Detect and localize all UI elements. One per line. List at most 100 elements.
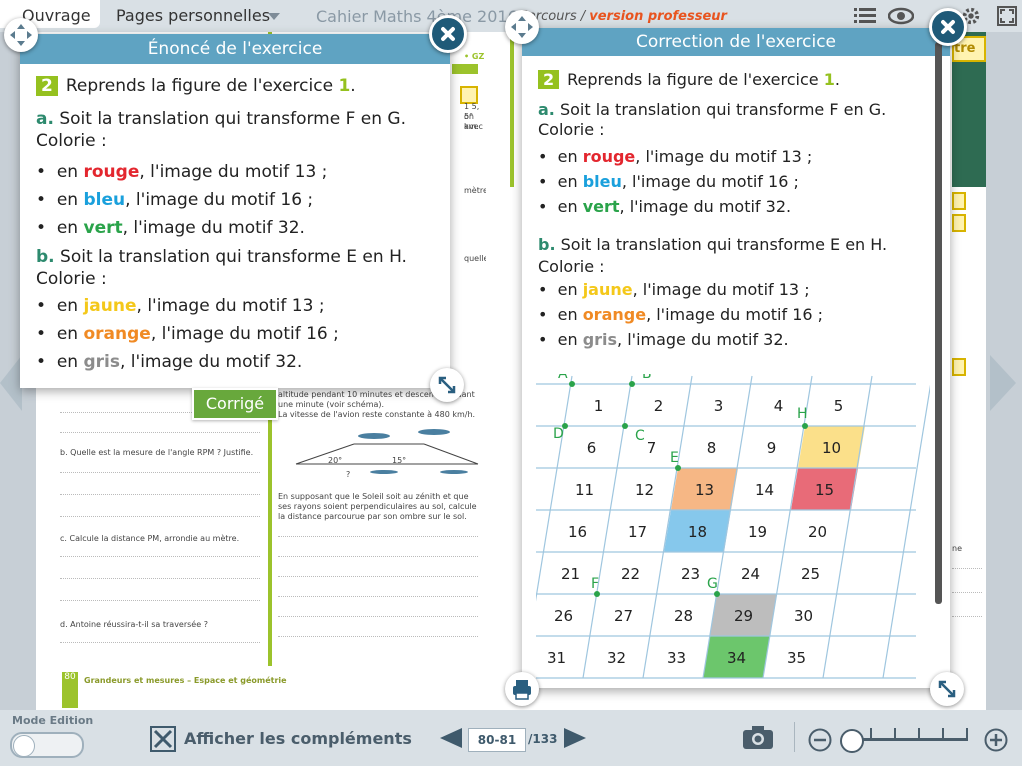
grid-col-line [822,375,873,679]
camera-icon[interactable] [742,724,774,750]
frag-ne: ne [952,544,962,553]
grid-number: 20 [808,523,827,541]
close-enonce-button[interactable] [429,15,467,53]
point-label-B: B [642,374,652,382]
move-correction-button[interactable] [505,10,539,44]
correction-part-a: a. Soit la translation qui transforme F … [538,100,887,139]
resize-enonce-button[interactable] [430,368,464,402]
page-number-input[interactable]: 80-81 [468,728,526,752]
list-item: • en jaune, l'image du motif 13 ; [36,296,325,316]
grid-number: 27 [614,607,633,625]
afficher-complements-checkbox[interactable] [150,726,176,752]
list-item: • en rouge, l'image du motif 13 ; [538,147,813,166]
list-item: • en jaune, l'image du motif 13 ; [538,280,810,299]
angle-label-2: 15° [392,456,407,465]
enonce-a-list: • en rouge, l'image du motif 13 ; • en b… [36,158,327,242]
point-label-H: H [797,406,808,422]
zoom-in-icon[interactable] [984,728,1008,752]
point-label-E: E [670,450,679,466]
list-item: • en orange, l'image du motif 16 ; [538,305,824,324]
grid-number: 10 [822,439,841,457]
grid-number: 16 [568,523,587,541]
grid-number: 12 [635,481,654,499]
page-footer: Grandeurs et mesures – Espace et géométr… [84,676,287,685]
list-item: • en gris, l'image du motif 32. [538,330,789,349]
correction-a-list: • en rouge, l'image du motif 13 ; • en b… [538,144,812,219]
shadow-exercise-text: En supposant que le Soleil soit au zénit… [278,492,477,521]
correction-title: Correction de l'exercice [522,28,950,56]
point-A [569,381,575,387]
zoom-slider-track[interactable] [850,738,968,741]
page-number: 80 [62,672,78,708]
zoom-out-icon[interactable] [808,728,832,752]
grid-col-line [536,375,573,602]
frag-5: quelle [464,254,489,263]
zoom-slider-handle[interactable] [840,729,864,753]
eye-icon[interactable] [888,6,914,26]
corrige-button[interactable]: Corrigé [192,388,278,420]
list-icon[interactable] [854,6,876,26]
point-label-F: F [591,576,599,592]
list-item: • en gris, l'image du motif 32. [36,352,303,372]
correction-scrollbar[interactable] [935,42,942,604]
grid-number: 18 [688,523,707,541]
grid-number: 14 [755,481,774,499]
toggle-knob [13,735,35,757]
enonce-title: Énoncé de l'exercice [20,34,450,64]
grid-number: 34 [727,649,746,667]
point-label-C: C [635,428,645,444]
grid-col-line [882,384,930,679]
correction-intro: 2 Reprends la figure de l'exercice 1. [538,70,840,89]
grid-number: 3 [714,397,724,415]
grid-number: 1 [594,397,604,415]
grid-number: 30 [794,607,813,625]
grid-number: 8 [707,439,717,457]
fullscreen-icon[interactable] [996,6,1018,26]
grid-number: 4 [774,397,784,415]
point-H [802,423,808,429]
tab-pages-personnelles[interactable]: Pages personnelles [116,6,270,25]
move-popup-button[interactable] [4,18,38,52]
grid-number: 26 [554,607,573,625]
frag-3: km. [464,122,479,131]
resize-icon [438,376,456,394]
grid-number: 25 [801,565,820,583]
previous-page-arrow[interactable] [0,355,22,411]
grid-number: 11 [575,481,594,499]
enonce-popup: Énoncé de l'exercice 2 Reprends la figure… [20,34,450,388]
grid-number: 17 [628,523,647,541]
resize-correction-button[interactable] [930,672,964,706]
grid-number: 22 [621,565,640,583]
book-title: Cahier Maths 4ème 2016 [316,7,518,26]
question-c: c. Calcule la distance PM, arrondie au m… [60,534,240,543]
translation-grid-figure: 1 2 3 4 56 7 8 9 1011 12 13 14 1516 17 18 19 2021 22 23 24 2… [536,374,930,679]
previous-page-icon[interactable] [440,728,462,748]
chevron-down-icon[interactable] [268,13,280,21]
grid-number: 28 [674,607,693,625]
point-label-D: D [553,426,564,442]
mode-edition-toggle[interactable] [10,732,84,758]
distance-question-mark: ? [346,470,351,479]
resize-icon [938,680,956,698]
enonce-part-b: b. Soit la translation qui transforme E … [36,247,407,289]
grid-number: 13 [695,481,714,499]
printer-icon [513,680,531,700]
grid-number: 7 [647,439,657,457]
grid-number: 5 [834,397,844,415]
next-page-icon[interactable] [564,728,586,748]
plane-diagram [295,429,479,474]
list-item: • en vert, l'image du motif 32. [538,197,792,216]
correction-part-b: b. Soit la translation qui transforme E … [538,235,888,276]
grid-number: 21 [561,565,580,583]
close-correction-button[interactable] [929,8,967,46]
list-item: • en orange, l'image du motif 16 ; [36,324,339,344]
grid-number: 9 [767,439,777,457]
print-button[interactable] [505,672,539,706]
enonce-intro: 2 Reprends la figure de l'exercice 1. [36,76,356,96]
move-icon [10,24,32,46]
grid-number: 31 [547,649,566,667]
next-page-arrow[interactable] [990,355,1016,411]
point-label-G: G [707,576,718,592]
mode-edition-label: Mode Edition [12,714,94,727]
page-total: /133 [528,732,558,746]
